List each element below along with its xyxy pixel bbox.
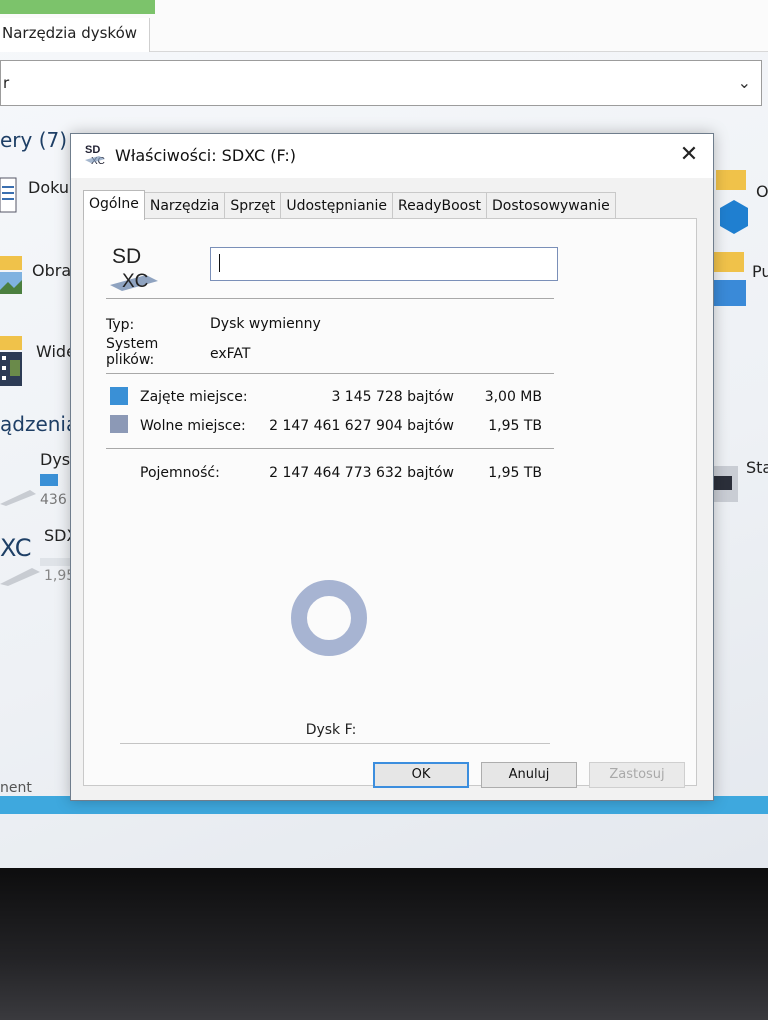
- disk-label: Dysk F:: [305, 722, 357, 738]
- sdxc-badge: XC: [0, 534, 32, 562]
- separator: [106, 373, 554, 374]
- ok-button[interactable]: OK: [373, 762, 469, 788]
- general-panel: SD XC Typ: Dysk wymienny System plików: …: [83, 218, 697, 786]
- used-space-size: 3,00 MB: [484, 389, 542, 405]
- separator: [106, 298, 554, 299]
- svg-text:SD: SD: [85, 144, 100, 156]
- ribbon: Narzędzia dysków: [0, 0, 768, 52]
- address-bar[interactable]: r ⌄: [0, 60, 762, 106]
- tab-readyboost[interactable]: ReadyBoost: [392, 192, 488, 218]
- desktop-folder-icon: [710, 252, 746, 306]
- type-value: Dysk wymienny: [210, 316, 321, 332]
- tab-tools[interactable]: Narzędzia: [143, 192, 226, 218]
- sd-card-drive-icon: [0, 568, 40, 586]
- tab-general[interactable]: Ogólne: [83, 190, 145, 220]
- text-caret: [219, 254, 220, 272]
- chevron-down-icon[interactable]: ⌄: [738, 61, 751, 105]
- tab-hardware[interactable]: Sprzęt: [224, 192, 282, 218]
- folder-documents[interactable]: Doku: [28, 178, 69, 197]
- ribbon-tab-disk-tools[interactable]: Narzędzia dysków: [0, 18, 150, 52]
- close-icon[interactable]: ✕: [671, 140, 707, 172]
- separator: [120, 743, 550, 744]
- document-folder-icon: [0, 177, 17, 213]
- icon-text-sd: SD: [112, 245, 141, 268]
- used-space-swatch: [110, 387, 128, 405]
- volume-name-input[interactable]: [210, 247, 558, 281]
- used-space-bytes: 3 145 728 bajtów: [331, 389, 454, 405]
- icon-text-xc: XC: [122, 271, 148, 292]
- pictures-folder-icon: [0, 256, 22, 294]
- free-space-bytes: 2 147 461 627 904 bajtów: [269, 418, 454, 434]
- folder-objects[interactable]: O: [756, 182, 768, 201]
- sd-card-drive-icon: SD XC: [110, 245, 158, 292]
- group-heading-devices[interactable]: ądzenia: [0, 412, 78, 436]
- disk-usage-ring: [291, 580, 367, 656]
- 3d-objects-folder-icon: [716, 170, 748, 234]
- properties-dialog: SD XC Właściwości: SDXC (F:) ✕ Ogólne Na…: [70, 133, 714, 801]
- ribbon-accent: [0, 0, 155, 14]
- type-label: Typ:: [106, 317, 135, 333]
- free-space-swatch: [110, 415, 128, 433]
- status-text: nent: [0, 780, 32, 796]
- separator: [106, 448, 554, 449]
- folder-public[interactable]: Pu: [752, 262, 768, 281]
- cancel-button[interactable]: Anuluj: [481, 762, 577, 788]
- tab-strip: Ogólne Narzędzia Sprzęt Udostępnianie Re…: [83, 190, 616, 220]
- free-space-size: 1,95 TB: [488, 418, 542, 434]
- capacity-bytes: 2 147 464 773 632 bajtów: [269, 465, 454, 481]
- filesystem-value: exFAT: [210, 346, 251, 362]
- used-space-label: Zajęte miejsce:: [140, 389, 248, 405]
- drive-usage-bar: [40, 474, 58, 486]
- capacity-size: 1,95 TB: [488, 465, 542, 481]
- hard-drive-icon: [0, 490, 36, 506]
- tab-sharing[interactable]: Udostępnianie: [280, 192, 394, 218]
- apply-button[interactable]: Zastosuj: [589, 762, 685, 788]
- videos-folder-icon: [0, 336, 22, 386]
- tab-customize[interactable]: Dostosowywanie: [486, 192, 616, 218]
- dialog-title: Właściwości: SDXC (F:): [115, 146, 297, 165]
- drive-sta-label[interactable]: Sta: [746, 458, 768, 477]
- monitor-bezel: [0, 868, 768, 1020]
- sd-card-icon: SD XC: [85, 144, 105, 167]
- dialog-titlebar[interactable]: SD XC Właściwości: SDXC (F:) ✕: [71, 134, 713, 178]
- address-text: r: [3, 74, 10, 92]
- capacity-label: Pojemność:: [140, 465, 220, 481]
- filesystem-label: System plików:: [106, 336, 159, 368]
- group-heading-folders[interactable]: ery (7): [0, 128, 67, 152]
- free-space-label: Wolne miejsce:: [140, 418, 246, 434]
